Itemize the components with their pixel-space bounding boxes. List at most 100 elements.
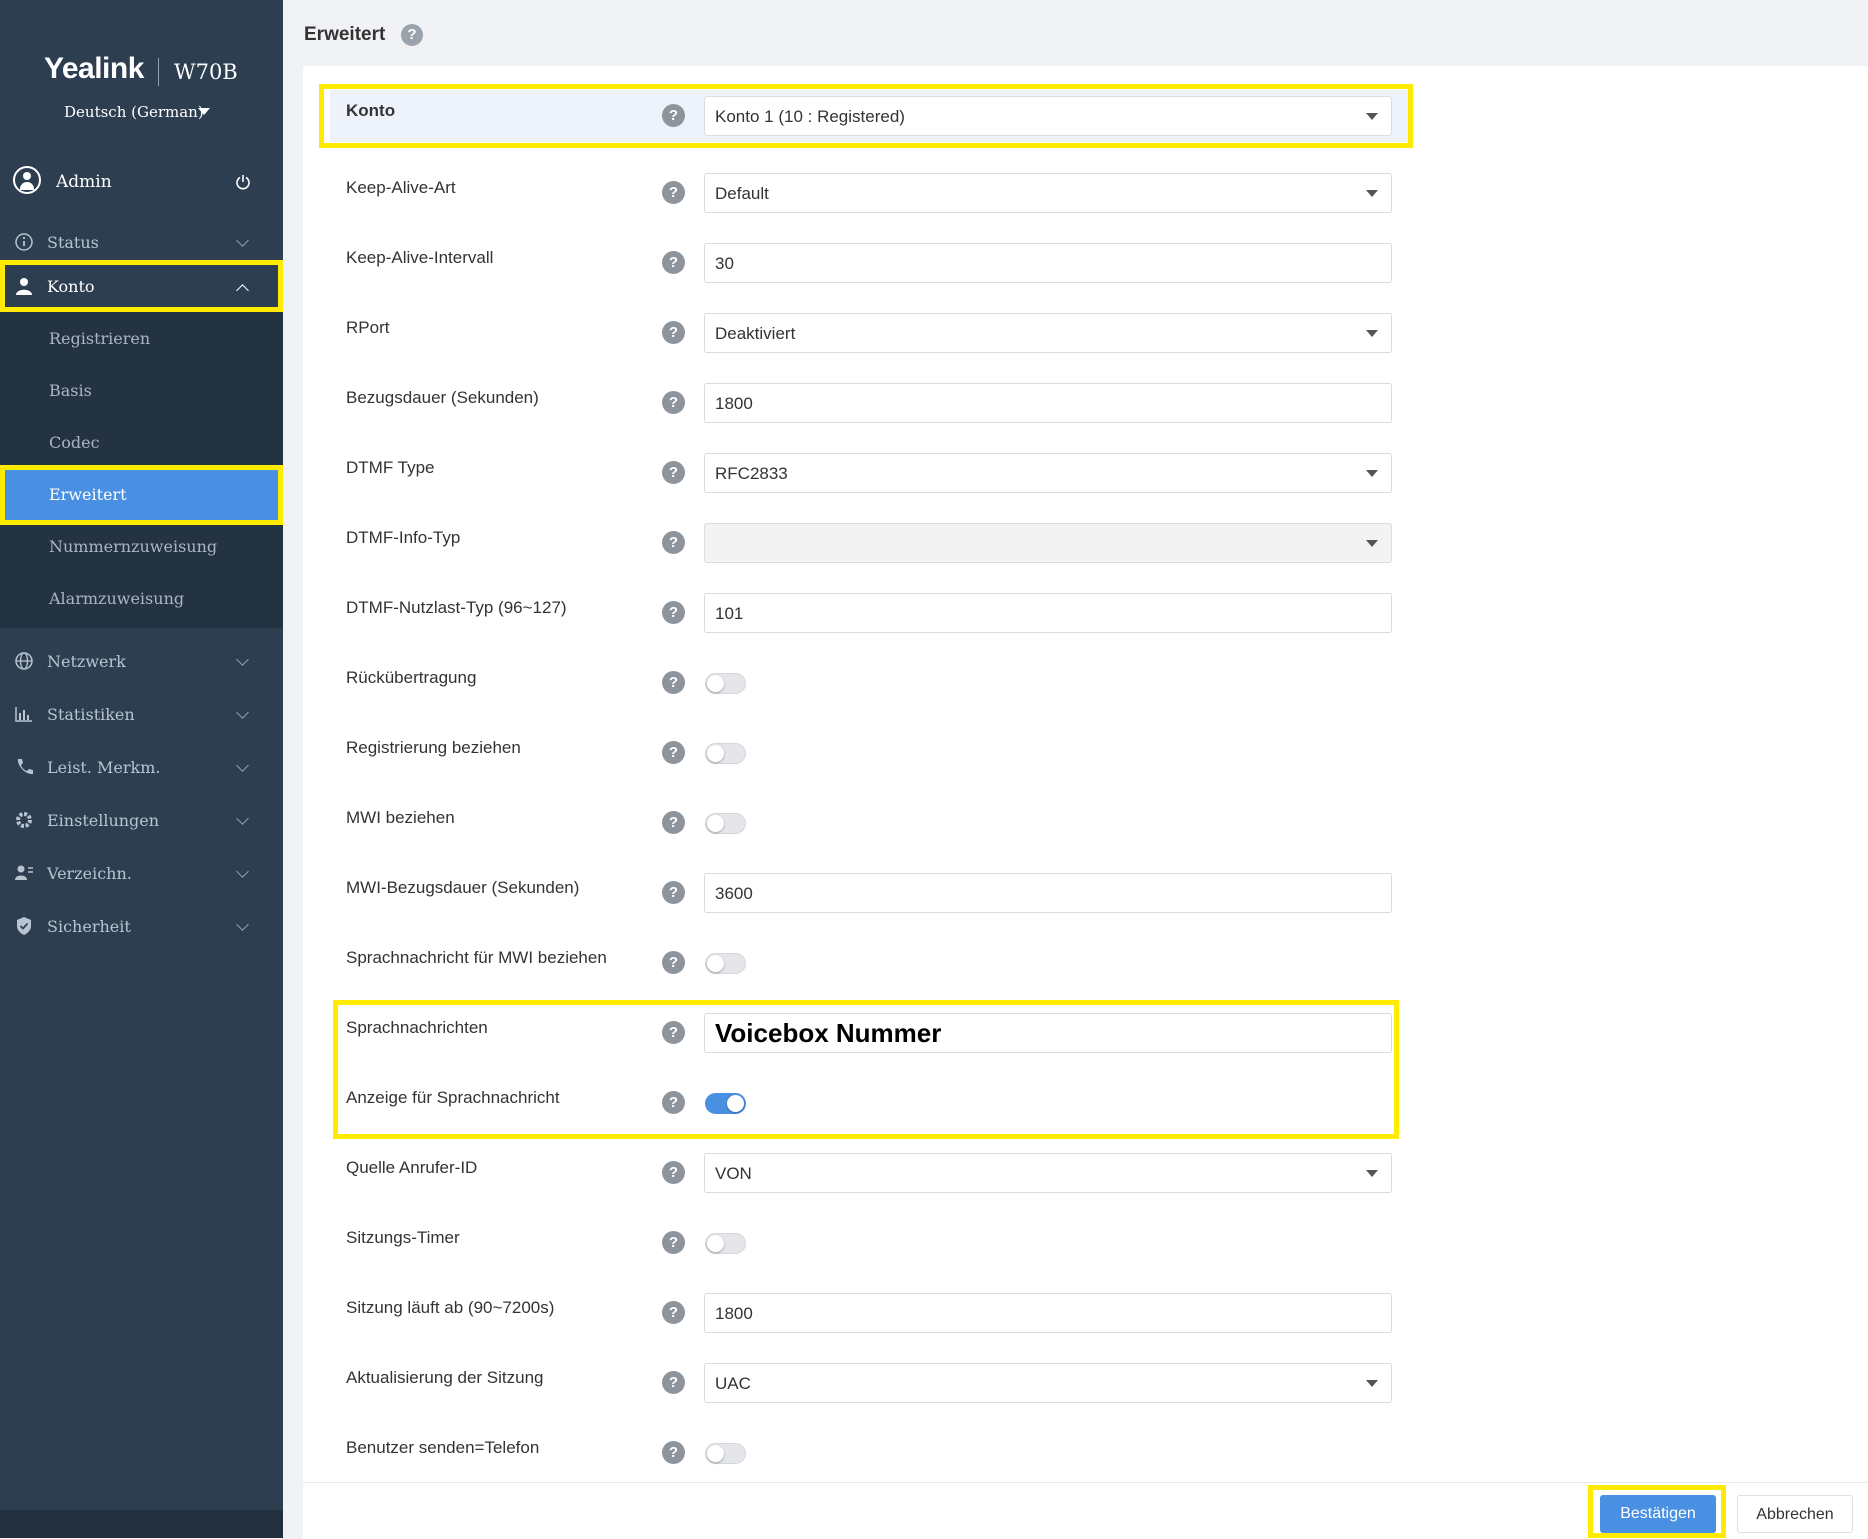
label-sitzungs-timer: Sitzungs-Timer [346,1228,460,1247]
phone-icon [17,759,33,775]
help-icon[interactable]: ? [662,811,685,834]
language-selector[interactable]: Deutsch (German) [64,103,204,121]
label-sprachnachricht-mwi: Sprachnachricht für MWI beziehen [346,948,607,967]
input-value: 3600 [715,884,753,903]
label-quelle-anrufer-id: Quelle Anrufer-ID [346,1158,478,1177]
help-icon[interactable]: ? [662,1091,685,1114]
help-icon[interactable]: ? [662,1161,685,1184]
avatar-icon [13,166,41,194]
label-mwi-beziehen: MWI beziehen [346,808,455,827]
nav-item-sicherheit[interactable]: Sicherheit [0,900,283,952]
help-icon[interactable]: ? [662,104,685,127]
help-icon[interactable]: ? [662,251,685,274]
help-icon[interactable]: ? [662,1301,685,1324]
submenu-item-alarmzuweisung[interactable]: Alarmzuweisung [0,572,283,624]
confirm-button[interactable]: Bestätigen [1600,1495,1716,1533]
help-icon[interactable]: ? [662,951,685,974]
aktualisierung-sitzung-select[interactable]: UAC [704,1363,1392,1403]
sitzung-laeuft-ab-input[interactable]: 1800 [704,1293,1392,1333]
label-keep-alive-art: Keep-Alive-Art [346,178,456,197]
nav-item-leist-merkm[interactable]: Leist. Merkm. [0,741,283,793]
mwi-beziehen-toggle[interactable] [705,813,746,834]
help-icon[interactable]: ? [662,1231,685,1254]
gear-icon [16,812,32,828]
label-rport: RPort [346,318,390,337]
nav-item-statistiken[interactable]: Statistiken [0,688,283,740]
user-icon [16,278,32,295]
toggle-knob [707,675,724,692]
help-icon[interactable]: ? [662,1371,685,1394]
help-icon[interactable]: ? [662,671,685,694]
submenu-item-erweitert[interactable]: Erweitert [0,468,283,520]
nav-item-konto[interactable]: Konto [0,260,283,312]
nav-item-netzwerk[interactable]: Netzwerk [0,635,283,687]
mwi-bezugsdauer-input[interactable]: 3600 [704,873,1392,913]
input-value: 1800 [715,1304,753,1323]
help-icon[interactable]: ? [662,461,685,484]
rport-select[interactable]: Deaktiviert [704,313,1392,353]
chevron-down-icon [1366,190,1378,197]
help-icon[interactable]: ? [662,181,685,204]
keep-alive-intervall-input[interactable]: 30 [704,243,1392,283]
user-name: Admin [56,172,112,192]
submenu-item-registrieren[interactable]: Registrieren [0,312,283,364]
sidebar-footer [0,1510,283,1538]
select-value: UAC [715,1374,751,1393]
power-icon[interactable] [235,174,251,190]
anzeige-sprachnachricht-toggle[interactable] [705,1093,746,1114]
page-title: Erweitert [304,24,386,45]
chevron-down-icon [1366,113,1378,120]
model-name: W70B [174,60,238,84]
help-icon[interactable]: ? [662,741,685,764]
toggle-knob [707,1235,724,1252]
brand-logo: Yealink [44,52,144,85]
label-benutzer-senden: Benutzer senden=Telefon [346,1438,540,1457]
dtmf-nutzlast-input[interactable]: 101 [704,593,1392,633]
nav-item-verzeichn[interactable]: Verzeichn. [0,847,283,899]
sprachnachrichten-input[interactable]: Voicebox Nummer [704,1013,1392,1053]
help-icon[interactable]: ? [662,391,685,414]
konto-select[interactable]: Konto 1 (10 : Registered) [704,96,1392,136]
select-value: RFC2833 [715,464,788,483]
nav-item-einstellungen[interactable]: Einstellungen [0,794,283,846]
bezugsdauer-input[interactable]: 1800 [704,383,1392,423]
dtmf-type-select[interactable]: RFC2833 [704,453,1392,493]
label-konto: Konto [346,101,396,120]
help-icon[interactable]: ? [662,1021,685,1044]
submenu-item-codec[interactable]: Codec [0,416,283,468]
help-icon[interactable]: ? [662,531,685,554]
dtmf-info-typ-select [704,523,1392,563]
nav-label: Sicherheit [47,917,131,936]
label-dtmf-type: DTMF Type [346,458,435,477]
quelle-anrufer-id-select[interactable]: VON [704,1153,1392,1193]
keep-alive-art-select[interactable]: Default [704,173,1392,213]
select-value: Konto 1 (10 : Registered) [715,107,905,126]
label-bezugsdauer: Bezugsdauer (Sekunden) [346,388,539,407]
toggle-knob [707,955,724,972]
chevron-down-icon [1366,540,1378,547]
bar-chart-icon [15,707,32,722]
sprachnachricht-mwi-toggle[interactable] [705,953,746,974]
sitzungs-timer-toggle[interactable] [705,1233,746,1254]
help-icon[interactable]: ? [662,881,685,904]
registrierung-beziehen-toggle[interactable] [705,743,746,764]
submenu-label: Registrieren [49,329,151,348]
cancel-button[interactable]: Abbrechen [1737,1495,1853,1533]
help-icon[interactable]: ? [662,601,685,624]
submenu-item-nummernzuweisung[interactable]: Nummernzuweisung [0,520,283,572]
submenu-item-basis[interactable]: Basis [0,364,283,416]
select-value: VON [715,1164,752,1183]
input-value: 1800 [715,394,753,413]
help-icon[interactable]: ? [662,1441,685,1464]
benutzer-senden-toggle[interactable] [705,1443,746,1464]
help-icon[interactable]: ? [401,24,423,46]
help-icon[interactable]: ? [662,321,685,344]
chevron-down-icon [236,653,249,666]
chevron-down-icon[interactable] [198,108,210,115]
chevron-down-icon [236,234,249,247]
brand-divider [158,58,159,86]
rueckuebertragung-toggle[interactable] [705,673,746,694]
submenu-label: Alarmzuweisung [49,589,185,608]
label-keep-alive-intervall: Keep-Alive-Intervall [346,248,494,267]
konto-submenu: Registrieren Basis Codec Erweitert Numme… [0,312,283,628]
